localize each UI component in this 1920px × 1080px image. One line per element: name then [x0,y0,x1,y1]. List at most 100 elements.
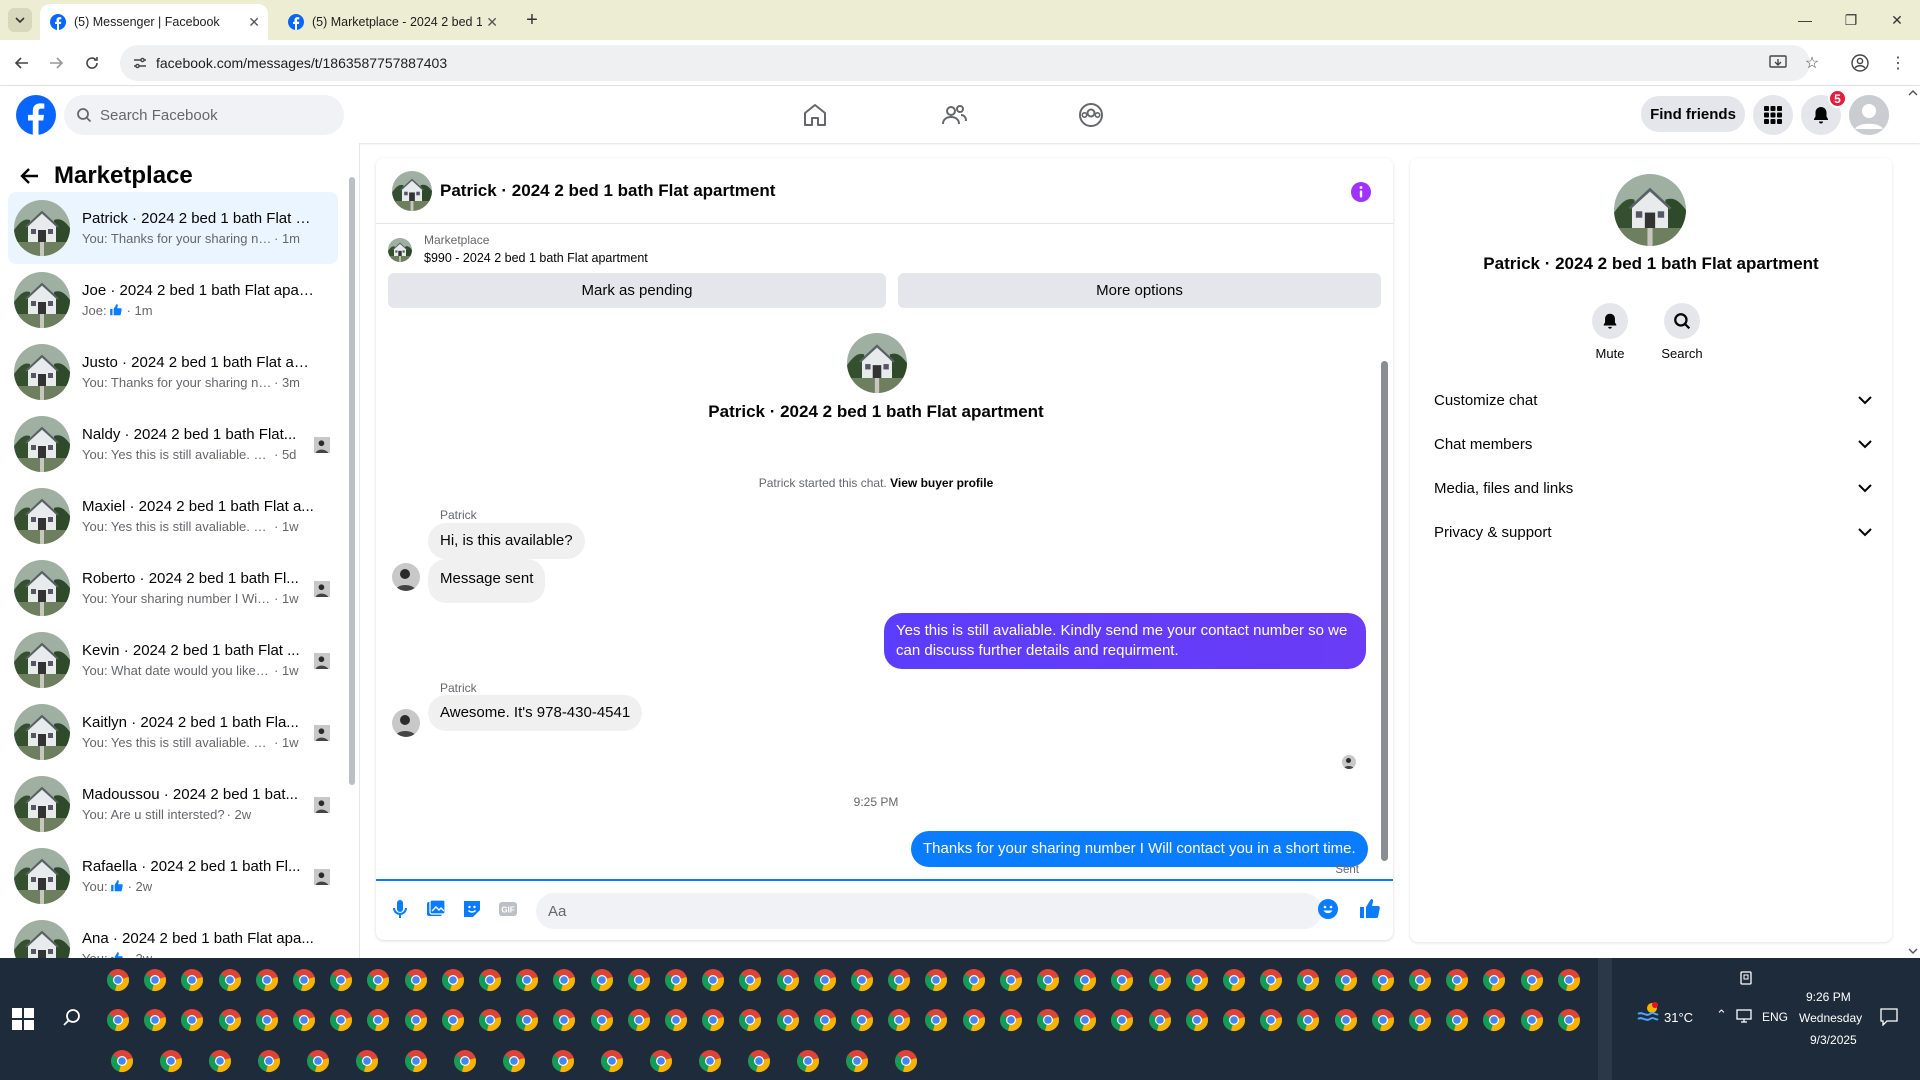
mark-as-pending-button[interactable]: Mark as pending [388,273,886,308]
chrome-app-icon[interactable] [887,968,911,992]
chat-scrollbar[interactable] [1379,323,1389,878]
chrome-app-icon[interactable] [255,1008,279,1032]
chrome-app-icon[interactable] [813,968,837,992]
chrome-app-icon[interactable] [404,1049,428,1073]
conversation-item[interactable]: Justo · 2024 2 bed 1 bath Flat ap... You:… [8,336,338,408]
chrome-app-icon[interactable] [1185,968,1209,992]
chrome-app-icon[interactable] [218,1008,242,1032]
chrome-app-icon[interactable] [776,1008,800,1032]
chrome-app-icon[interactable] [404,968,428,992]
windows-start-icon[interactable] [12,1008,34,1030]
forward-button[interactable] [44,51,68,75]
conversation-item[interactable]: Naldy · 2024 2 bed 1 bath Flat... You: Ye… [8,408,338,480]
close-tab-icon[interactable]: ✕ [486,14,498,31]
new-tab-button[interactable]: + [520,8,544,32]
chrome-app-icon[interactable] [1185,1008,1209,1032]
sender-avatar[interactable] [392,563,420,591]
notification-area-icon[interactable] [1738,970,1754,986]
sidebar-scrollbar[interactable] [348,161,356,951]
chrome-app-icon[interactable] [1259,968,1283,992]
chrome-app-icon[interactable] [701,968,725,992]
facebook-logo-icon[interactable] [16,95,56,135]
conversation-item[interactable]: Maxiel · 2024 2 bed 1 bath Flat a... You:… [8,480,338,552]
chrome-app-icon[interactable] [180,968,204,992]
chrome-app-icon[interactable] [478,968,502,992]
language-indicator[interactable]: ENG [1762,1010,1788,1024]
chrome-app-icon[interactable] [143,968,167,992]
menu-button[interactable] [1753,95,1793,135]
chrome-app-icon[interactable] [590,968,614,992]
chrome-app-icon[interactable] [1148,968,1172,992]
search-action[interactable]: Search [1652,303,1712,361]
chrome-app-icon[interactable] [143,1008,167,1032]
bookmark-star-icon[interactable]: ☆ [1800,51,1824,75]
media-files-links-section[interactable]: Media, files and links [1422,466,1882,510]
find-friends-button[interactable]: Find friends [1641,96,1745,132]
conversation-item[interactable]: Joe · 2024 2 bed 1 bath Flat apar... Joe:… [8,264,338,336]
chrome-app-icon[interactable] [649,1049,673,1073]
chrome-app-icon[interactable] [1036,968,1060,992]
chrome-app-icon[interactable] [441,968,465,992]
install-app-icon[interactable] [1766,51,1790,75]
gif-icon[interactable]: GIF [496,897,520,921]
clock-date[interactable]: 9/3/2025 [1810,1033,1857,1047]
chrome-app-icon[interactable] [1296,1008,1320,1032]
chrome-app-icon[interactable] [747,1049,771,1073]
message-input[interactable]: Aa [536,893,1322,929]
browser-tab-marketplace[interactable]: (5) Marketplace - 2024 2 bed 1 ✕ [278,4,506,40]
chrome-app-icon[interactable] [1334,968,1358,992]
chrome-app-icon[interactable] [1259,1008,1283,1032]
customize-chat-section[interactable]: Customize chat [1422,378,1882,422]
microphone-icon[interactable] [388,897,412,921]
chrome-app-icon[interactable] [627,1008,651,1032]
chrome-app-icon[interactable] [478,1008,502,1032]
conversation-item[interactable]: Ana · 2024 2 bed 1 bath Flat apa...You: … [8,912,338,958]
chrome-app-icon[interactable] [515,968,539,992]
browser-tab-messenger[interactable]: (5) Messenger | Facebook ✕ [40,4,268,40]
sticker-icon[interactable] [460,897,484,921]
chrome-app-icon[interactable] [962,968,986,992]
chrome-app-icon[interactable] [738,1008,762,1032]
chrome-app-icon[interactable] [306,1049,330,1073]
conversation-item[interactable]: Roberto · 2024 2 bed 1 bath Fl... You: Yo… [8,552,338,624]
chrome-app-icon[interactable] [850,1008,874,1032]
message-outgoing[interactable]: Yes this is still avaliable. Kindly send… [884,613,1366,669]
privacy-support-section[interactable]: Privacy & support [1422,510,1882,554]
chrome-app-icon[interactable] [1371,1008,1395,1032]
chat-title[interactable]: Patrick · 2024 2 bed 1 bath Flat apartme… [440,181,775,201]
chrome-app-icon[interactable] [292,1008,316,1032]
chrome-app-icon[interactable] [1110,968,1134,992]
conversation-item[interactable]: Kevin · 2024 2 bed 1 bath Flat ... You: W… [8,624,338,696]
more-options-button[interactable]: More options [898,273,1381,308]
chrome-app-icon[interactable] [329,968,353,992]
home-icon[interactable] [801,101,829,129]
chrome-app-icon[interactable] [552,1008,576,1032]
chrome-app-icon[interactable] [329,1008,353,1032]
chrome-app-icon[interactable] [551,1049,575,1073]
like-thumb-icon[interactable] [1358,897,1382,921]
close-window-button[interactable]: ✕ [1874,8,1920,32]
chrome-app-icon[interactable] [698,1049,722,1073]
action-center-icon[interactable] [1880,1008,1898,1026]
chrome-app-icon[interactable] [1482,968,1506,992]
photo-icon[interactable] [424,897,448,921]
chrome-app-icon[interactable] [515,1008,539,1032]
chrome-app-icon[interactable] [292,968,316,992]
chrome-app-icon[interactable] [924,1008,948,1032]
back-button[interactable] [10,51,34,75]
site-info-icon[interactable] [132,55,148,71]
chrome-app-icon[interactable] [1371,968,1395,992]
chrome-app-icon[interactable] [845,1049,869,1073]
weather-icon[interactable] [1636,1002,1660,1024]
chrome-app-icon[interactable] [1334,1008,1358,1032]
chrome-app-icon[interactable] [552,968,576,992]
chrome-app-icon[interactable] [1148,1008,1172,1032]
facebook-search-input[interactable]: Search Facebook [64,95,344,135]
chrome-app-icon[interactable] [1408,1008,1432,1032]
conversation-item[interactable]: Rafaella · 2024 2 bed 1 bath Fl... You: ·… [8,840,338,912]
chrome-app-icon[interactable] [1557,968,1581,992]
chrome-app-icon[interactable] [1520,968,1544,992]
taskbar-scrollbar[interactable] [1598,958,1612,1080]
chrome-app-icon[interactable] [600,1049,624,1073]
browser-menu-icon[interactable]: ⋮ [1886,51,1910,75]
